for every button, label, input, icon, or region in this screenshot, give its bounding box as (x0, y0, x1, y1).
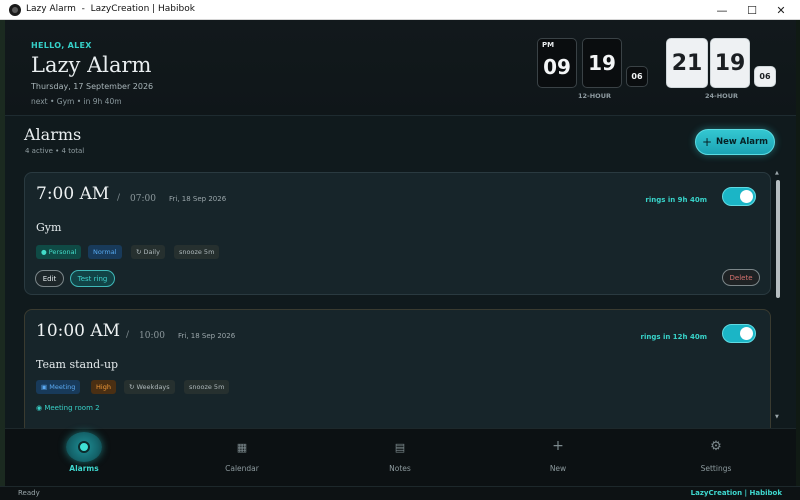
toggle-knob (740, 327, 753, 340)
scroll-thumb[interactable] (776, 180, 780, 298)
alarm-time-24h: 07:00 (130, 194, 156, 204)
alarm-list: 7:00 AM / 07:00 Fri, 18 Sep 2026 rings i… (5, 166, 796, 428)
plus-icon: + (552, 438, 564, 454)
alarm-icon (66, 432, 102, 462)
alarm-time-24h: 10:00 (139, 331, 165, 341)
gear-icon: ⚙ (710, 439, 722, 454)
clock24-minutes: 19 (710, 38, 750, 88)
alarm-card[interactable]: 10:00 AM / 10:00 Fri, 18 Sep 2026 rings … (24, 309, 771, 428)
greeting: HELLO, ALEX (31, 41, 92, 50)
calendar-icon: ▦ (236, 441, 248, 454)
nav-item-new[interactable]: + New (503, 429, 613, 487)
alarm-enabled-toggle[interactable] (722, 187, 756, 206)
delete-button[interactable]: Delete (722, 269, 760, 286)
tag-snooze: snooze 5m (174, 245, 220, 259)
header: HELLO, ALEX Lazy Alarm Thursday, 17 Sept… (5, 20, 796, 116)
alarms-count: 4 active • 4 total (25, 147, 85, 155)
clock12-seconds: 06 (626, 66, 648, 87)
scroll-up-arrow-icon[interactable]: ▲ (775, 170, 779, 176)
current-date: Thursday, 17 September 2026 (31, 82, 154, 91)
tag-category: ● Personal (36, 245, 82, 259)
clock24-label: 24-HOUR (705, 92, 738, 100)
new-alarm-button[interactable]: + New Alarm (695, 129, 775, 155)
toggle-knob (740, 190, 753, 203)
close-button[interactable]: ✕ (767, 0, 795, 20)
rings-in: rings in 12h 40m (640, 333, 707, 341)
status-bar: Ready LazyCreation | Habibok (0, 486, 800, 500)
nav-label: New (549, 464, 567, 473)
plus-icon: + (701, 135, 713, 149)
clock12-ampm: PM (542, 41, 555, 49)
main-content: HELLO, ALEX Lazy Alarm Thursday, 17 Sept… (5, 20, 796, 486)
window-title: Lazy Alarm - LazyCreation | Habibok (26, 4, 195, 14)
time-separator: / (117, 193, 121, 203)
desktop-edge-right (796, 20, 800, 486)
bottom-navigation: Alarms ▦ Calendar ▤ Notes + New ⚙ Settin… (5, 428, 796, 486)
clock24-seconds: 06 (754, 66, 776, 87)
alarms-heading: Alarms (24, 125, 82, 144)
alarm-location: ◉ Meeting room 2 (36, 404, 100, 412)
nav-item-settings[interactable]: ⚙ Settings (661, 429, 771, 487)
app-window: Lazy Alarm - LazyCreation | Habibok — ☐ … (0, 0, 800, 500)
nav-label: Notes (389, 464, 411, 473)
tag-priority: Normal (88, 245, 122, 259)
nav-item-calendar[interactable]: ▦ Calendar (187, 429, 297, 487)
edit-button[interactable]: Edit (35, 270, 64, 287)
nav-label: Alarms (69, 464, 99, 473)
clock24-hours: 21 (666, 38, 708, 88)
tag-repeat: ↻ Weekdays (124, 380, 175, 394)
tag-priority: High (91, 380, 116, 394)
status-text: Ready (18, 489, 40, 497)
clock12-label: 12-HOUR (578, 92, 611, 100)
nav-item-notes[interactable]: ▤ Notes (345, 429, 455, 487)
app-logo-icon (9, 4, 21, 16)
nav-label: Calendar (225, 464, 259, 473)
title-bar: Lazy Alarm - LazyCreation | Habibok — ☐ … (0, 0, 800, 20)
next-alarm-summary: next • Gym • in 9h 40m (31, 97, 122, 106)
list-scrollbar[interactable]: ▲ ▼ (775, 170, 781, 422)
scroll-down-arrow-icon[interactable]: ▼ (775, 414, 779, 420)
clock12-minutes: 19 (582, 38, 622, 88)
tag-category: ▣ Meeting (36, 380, 81, 394)
nav-label: Settings (700, 464, 732, 473)
maximize-button[interactable]: ☐ (738, 0, 766, 20)
tag-snooze: snooze 5m (184, 380, 230, 394)
alarm-date: Fri, 18 Sep 2026 (169, 195, 227, 203)
new-alarm-label: New Alarm (716, 137, 769, 147)
notes-icon: ▤ (394, 441, 406, 454)
status-credit-link[interactable]: LazyCreation | Habibok (691, 489, 782, 497)
alarm-enabled-toggle[interactable] (722, 324, 756, 343)
minimize-button[interactable]: — (708, 0, 736, 20)
rings-in: rings in 9h 40m (645, 196, 707, 204)
alarm-name: Team stand-up (36, 358, 119, 371)
time-separator: / (126, 330, 130, 340)
alarm-date: Fri, 18 Sep 2026 (178, 332, 236, 340)
test-ring-button[interactable]: Test ring (70, 270, 115, 287)
alarm-time: 7:00 AM (36, 184, 110, 204)
alarm-time: 10:00 AM (36, 321, 121, 341)
nav-item-alarms[interactable]: Alarms (29, 429, 139, 487)
app-title: Lazy Alarm (31, 53, 152, 77)
alarm-card[interactable]: 7:00 AM / 07:00 Fri, 18 Sep 2026 rings i… (24, 172, 771, 295)
tag-repeat: ↻ Daily (131, 245, 165, 259)
alarm-name: Gym (36, 221, 62, 234)
